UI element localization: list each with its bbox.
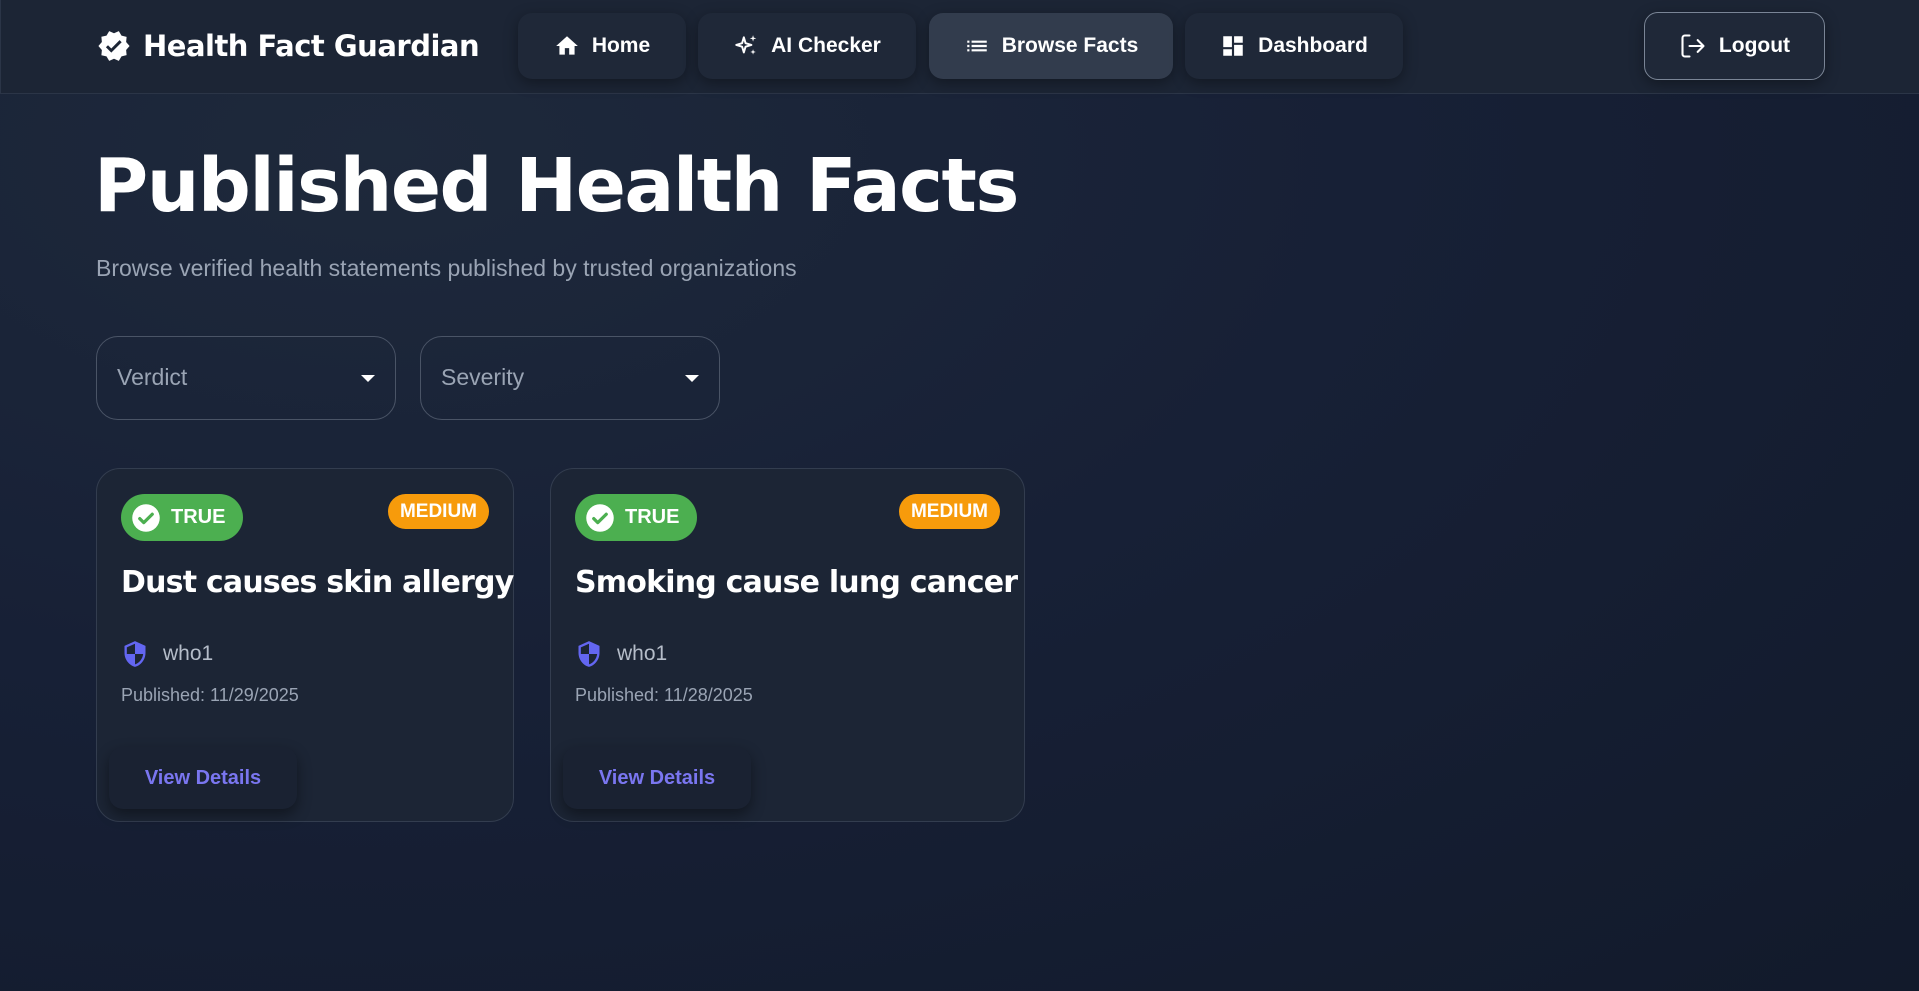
nav-home-button[interactable]: Home bbox=[518, 13, 686, 79]
shield-icon bbox=[124, 641, 146, 667]
verdict-badge: TRUE bbox=[575, 494, 698, 541]
verdict-label: TRUE bbox=[625, 506, 680, 528]
sparkles-icon bbox=[735, 35, 757, 55]
fact-title: Smoking cause lung cancer bbox=[575, 565, 1018, 600]
logout-label: Logout bbox=[1718, 34, 1791, 57]
caret-down-icon bbox=[685, 375, 699, 382]
nav-dashboard-button[interactable]: Dashboard bbox=[1185, 13, 1403, 79]
nav-ai-checker-button[interactable]: AI Checker bbox=[698, 13, 916, 79]
verdict-filter-select[interactable]: Verdict bbox=[96, 336, 396, 420]
verdict-badge: TRUE bbox=[121, 494, 244, 541]
home-icon bbox=[555, 36, 578, 55]
fact-card: TRUE MEDIUM Dust causes skin allergy who… bbox=[96, 468, 514, 822]
check-circle-icon bbox=[132, 503, 160, 532]
severity-filter-select[interactable]: Severity bbox=[420, 336, 720, 420]
nav-home-label: Home bbox=[591, 34, 651, 57]
nav-dashboard-label: Dashboard bbox=[1258, 34, 1368, 57]
view-details-button[interactable]: View Details bbox=[563, 747, 751, 809]
shield-icon bbox=[578, 641, 600, 667]
publisher-row: who1 bbox=[121, 638, 213, 670]
severity-badge: MEDIUM bbox=[898, 494, 1000, 529]
severity-label: MEDIUM bbox=[910, 500, 988, 522]
dashboard-icon bbox=[1223, 36, 1243, 56]
severity-label: MEDIUM bbox=[399, 500, 477, 522]
check-circle-icon bbox=[586, 503, 614, 532]
top-navigation-bar: Health Fact Guardian Home AI Checker Bro… bbox=[0, 0, 1919, 94]
page-title: Published Health Facts bbox=[94, 143, 1019, 229]
fact-title: Dust causes skin allergy bbox=[121, 565, 514, 600]
severity-filter-label: Severity bbox=[441, 364, 525, 390]
caret-down-icon bbox=[361, 375, 375, 382]
view-details-button[interactable]: View Details bbox=[109, 747, 297, 809]
publisher-name: who1 bbox=[617, 642, 668, 665]
severity-badge: MEDIUM bbox=[387, 494, 489, 529]
list-icon bbox=[966, 40, 987, 52]
nav-ai-checker-label: AI Checker bbox=[771, 34, 881, 57]
nav-browse-facts-label: Browse Facts bbox=[1001, 34, 1139, 57]
published-date: Published: 11/28/2025 bbox=[575, 685, 753, 705]
page-subtitle: Browse verified health statements publis… bbox=[96, 255, 797, 281]
published-date: Published: 11/29/2025 bbox=[121, 685, 299, 705]
brand-title: Health Fact Guardian bbox=[143, 29, 480, 63]
verdict-filter-label: Verdict bbox=[117, 364, 188, 390]
verdict-label: TRUE bbox=[171, 506, 226, 528]
verified-badge-icon bbox=[98, 31, 130, 61]
fact-card: TRUE MEDIUM Smoking cause lung cancer wh… bbox=[550, 468, 1025, 822]
publisher-row: who1 bbox=[575, 638, 667, 670]
nav-browse-facts-button[interactable]: Browse Facts bbox=[929, 13, 1173, 79]
logout-icon bbox=[1681, 34, 1705, 58]
brand[interactable]: Health Fact Guardian bbox=[97, 26, 480, 66]
publisher-name: who1 bbox=[163, 642, 214, 665]
logout-button[interactable]: Logout bbox=[1644, 12, 1825, 80]
